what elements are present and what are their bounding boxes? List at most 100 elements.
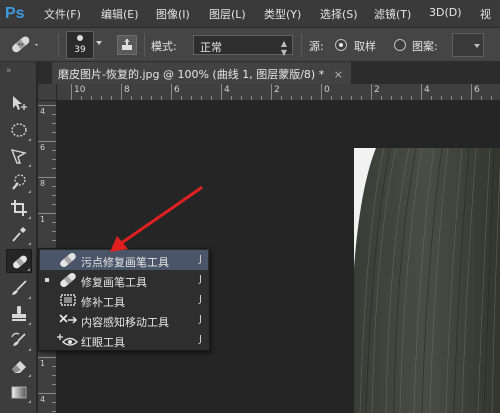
ruler-minor-tick [141, 96, 142, 100]
menu-view[interactable]: 视 [480, 6, 491, 22]
ruler-minor-tick [401, 96, 402, 100]
shortcut-key: J [199, 294, 202, 305]
history-brush-tool[interactable] [6, 328, 32, 352]
ruler-horizontal[interactable]: 10864202468 [57, 84, 500, 101]
ruler-minor-tick [111, 96, 112, 100]
eraser-tool[interactable] [6, 354, 32, 378]
flyout-item-healing-brush[interactable]: 修复画笔工具 J [40, 270, 208, 290]
ruler-minor-tick [52, 231, 56, 232]
healing-brush-icon [12, 36, 38, 53]
ruler-tick-label: 4 [40, 395, 46, 404]
ruler-tick-label: 1 [40, 215, 46, 224]
healing-brush-icon [60, 272, 76, 288]
ruler-minor-tick [52, 168, 56, 169]
brush-size-picker[interactable]: 39 [66, 31, 94, 59]
flyout-item-red-eye[interactable]: 红眼工具 J [40, 330, 208, 350]
document-tab[interactable]: 磨皮图片-恢复的.jpg @ 100% (曲线 1, 图层蒙版/8) * × [52, 62, 351, 84]
history-brush-tool-icon [11, 332, 26, 346]
ruler-minor-tick [52, 150, 56, 151]
flyout-item-patch-tool[interactable]: 修补工具 J [40, 290, 208, 310]
menu-edit[interactable]: 编辑(E) [101, 6, 139, 22]
pattern-picker[interactable] [452, 33, 484, 57]
menu-layer[interactable]: 图层(L) [209, 6, 246, 22]
brush-dropdown-arrow-icon[interactable] [96, 41, 102, 45]
healing-brush-tool[interactable] [6, 249, 32, 273]
shortcut-key: J [199, 334, 202, 345]
clone-stamp-tool[interactable] [6, 302, 32, 326]
ruler-minor-tick [231, 96, 232, 100]
shortcut-key: J [199, 254, 202, 265]
menu-image[interactable]: 图像(I) [156, 6, 190, 22]
flyout-item-content-aware-move[interactable]: 内容感知移动工具 J [40, 310, 208, 330]
options-bar: 39 模式: 正常 ▲ ▼ 源: 取样 图案: [0, 28, 500, 62]
source-pattern-label: 图案: [412, 40, 438, 53]
tools-panel: » [0, 62, 37, 413]
document-title: 磨皮图片-恢复的.jpg @ 100% (曲线 1, 图层蒙版/8) * [58, 68, 325, 81]
ruler-major-tick [221, 84, 222, 100]
ruler-major-tick [71, 84, 72, 100]
ruler-minor-tick [461, 96, 462, 100]
marquee-tool[interactable] [6, 118, 32, 142]
ruler-minor-tick [241, 96, 242, 100]
ruler-minor-tick [211, 96, 212, 100]
ruler-minor-tick [441, 96, 442, 100]
blend-mode-value: 正常 [200, 41, 222, 54]
ruler-minor-tick [52, 375, 56, 376]
ruler-minor-tick [251, 96, 252, 100]
eyedropper-tool[interactable] [6, 222, 32, 246]
current-tool-indicator-icon [45, 278, 49, 282]
brush-tool[interactable] [6, 276, 32, 300]
menu-file[interactable]: 文件(F) [44, 6, 81, 22]
ruler-minor-tick [151, 96, 152, 100]
brush-tip-icon [77, 35, 83, 41]
panel-collapse-icon[interactable]: » [6, 66, 13, 76]
ruler-tick-label: 1 [40, 359, 46, 368]
ruler-minor-tick [52, 222, 56, 223]
ruler-minor-tick [431, 96, 432, 100]
source-sampled-radio[interactable] [335, 39, 347, 51]
document-tab-bar: 磨皮图片-恢复的.jpg @ 100% (曲线 1, 图层蒙版/8) * × [38, 62, 500, 84]
ruler-minor-tick [91, 96, 92, 100]
flyout-item-spot-healing-brush[interactable]: 污点修复画笔工具 J [40, 250, 208, 270]
hair-photo-image [354, 148, 500, 413]
ruler-tick-label: 10 [74, 85, 86, 95]
ruler-minor-tick [261, 96, 262, 100]
ruler-major-tick [38, 393, 56, 394]
brush-settings-button[interactable] [117, 35, 137, 55]
ruler-minor-tick [52, 384, 56, 385]
ruler-minor-tick [81, 96, 82, 100]
menu-type[interactable]: 类型(Y) [264, 6, 301, 22]
gradient-tool-icon [11, 386, 27, 399]
ruler-minor-tick [52, 159, 56, 160]
move-tool[interactable] [6, 91, 32, 115]
crop-tool[interactable] [6, 196, 32, 220]
gradient-tool[interactable] [6, 380, 32, 404]
lasso-tool[interactable] [6, 144, 32, 168]
menu-3d[interactable]: 3D(D) [429, 6, 462, 19]
menu-select[interactable]: 选择(S) [320, 6, 358, 22]
document-image[interactable] [354, 148, 500, 413]
ruler-major-tick [38, 213, 56, 214]
ruler-tick-label: 6 [40, 143, 46, 152]
source-pattern-radio[interactable] [394, 39, 406, 51]
crop-tool-icon [11, 200, 27, 216]
ruler-minor-tick [301, 96, 302, 100]
close-icon[interactable]: × [334, 68, 343, 81]
mode-label: 模式: [151, 40, 177, 53]
source-label: 源: [309, 40, 324, 53]
ruler-tick-label: 4 [224, 85, 230, 95]
quick-select-tool[interactable] [6, 170, 32, 194]
ruler-minor-tick [52, 366, 56, 367]
menu-filter[interactable]: 滤镜(T) [374, 6, 411, 22]
options-separator [144, 33, 145, 57]
app-logo[interactable]: Ps [5, 4, 29, 24]
clone-stamp-tool-icon [12, 306, 26, 321]
ruler-tick-label: 6 [174, 85, 180, 95]
blend-mode-select[interactable]: 正常 ▲ ▼ [193, 35, 293, 57]
ruler-minor-tick [52, 114, 56, 115]
source-sampled-label: 取样 [354, 40, 376, 53]
tool-preset-picker[interactable] [8, 34, 48, 56]
ruler-major-tick [38, 141, 56, 142]
healing-tools-flyout: 污点修复画笔工具 J 修复画笔工具 J 修补工具 J 内容感知移动工具 J 红眼… [38, 248, 210, 351]
ruler-origin[interactable] [38, 84, 57, 101]
